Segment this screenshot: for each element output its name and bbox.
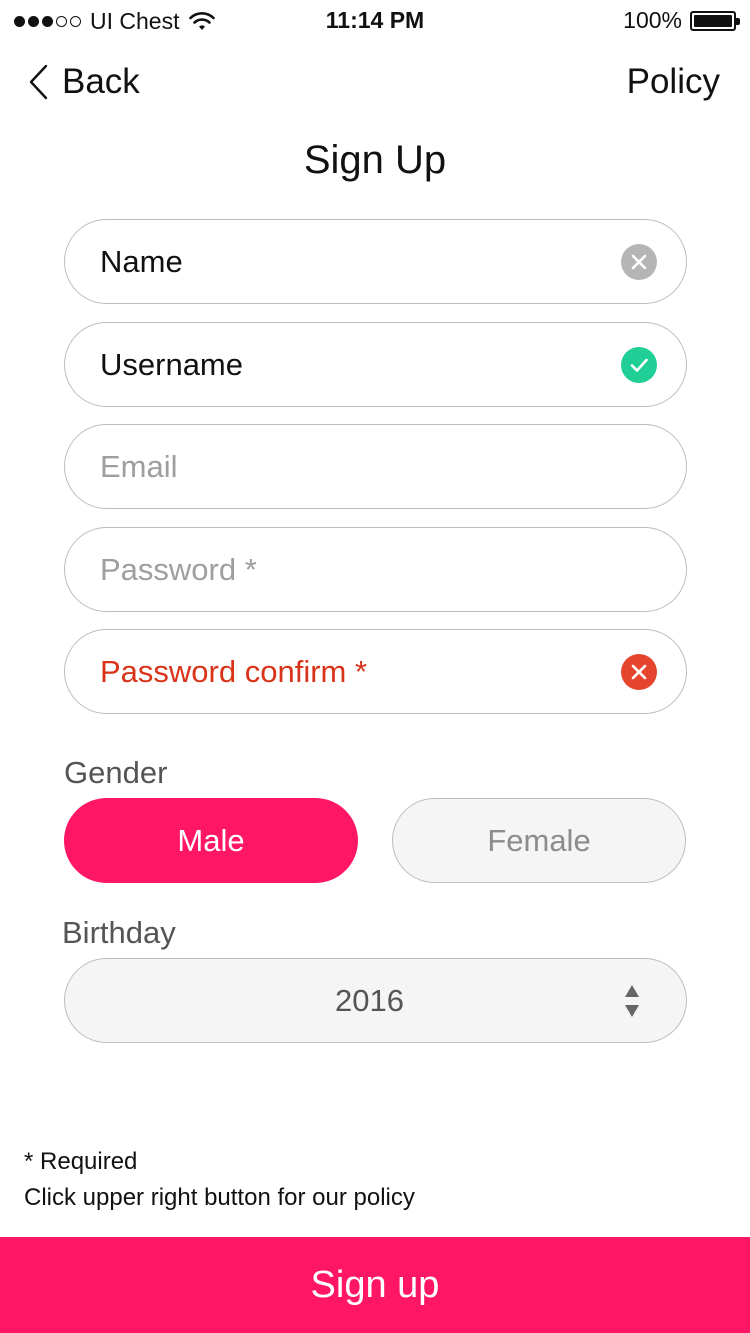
back-label: Back	[62, 62, 140, 101]
up-down-arrows-icon	[625, 985, 639, 1017]
name-field[interactable]: Name	[64, 219, 687, 304]
birthday-picker[interactable]: 2016	[64, 958, 687, 1043]
gender-female-button[interactable]: Female	[392, 798, 686, 883]
birthday-value: 2016	[335, 982, 404, 1018]
email-placeholder: Email	[100, 448, 178, 484]
username-field-value: Username	[100, 346, 243, 382]
status-bar: UI Chest 11:14 PM 100%	[0, 0, 750, 42]
check-icon	[621, 346, 657, 383]
password-placeholder: Password *	[100, 551, 257, 587]
gender-label: Gender	[64, 755, 168, 790]
battery-fill	[694, 14, 732, 27]
email-field[interactable]: Email	[64, 424, 687, 509]
password-confirm-value: Password confirm *	[100, 653, 368, 689]
password-field[interactable]: Password *	[64, 527, 687, 612]
chevron-left-icon	[29, 64, 48, 100]
status-right: 100%	[623, 7, 740, 34]
battery-icon	[690, 10, 740, 31]
password-confirm-field[interactable]: Password confirm *	[64, 629, 687, 714]
name-field-value: Name	[100, 243, 183, 279]
birthday-label: Birthday	[62, 915, 176, 950]
page-title: Sign Up	[303, 138, 447, 182]
required-note: * Required	[24, 1148, 138, 1175]
battery-percentage: 100%	[623, 7, 682, 33]
policy-hint: Click upper right button for our policy	[24, 1184, 415, 1211]
error-icon	[621, 653, 657, 690]
username-field[interactable]: Username	[64, 322, 687, 407]
gender-male-button[interactable]: Male	[64, 798, 358, 883]
back-button[interactable]: Back	[28, 62, 140, 102]
signup-screen: UI Chest 11:14 PM 100% Back Policy Sign …	[0, 0, 750, 1333]
policy-button[interactable]: Policy	[627, 62, 720, 102]
clear-icon[interactable]	[621, 243, 657, 280]
battery-cap	[736, 17, 740, 25]
sign-up-button[interactable]: Sign up	[0, 1237, 750, 1333]
